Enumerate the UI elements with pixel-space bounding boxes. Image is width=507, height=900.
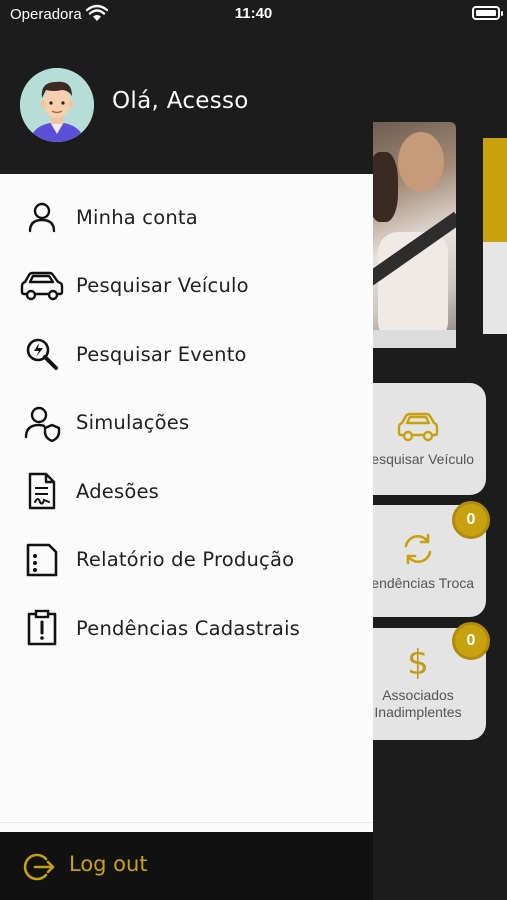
status-bar: Operadora 11:40 <box>0 0 507 30</box>
menu-item-minha-conta[interactable]: Minha conta <box>0 183 373 252</box>
menu-item-label: Minha conta <box>76 205 198 229</box>
menu-item-relatorio-producao[interactable]: Relatório de Produção <box>0 526 373 595</box>
avatar-illustration <box>20 68 94 142</box>
menu-item-pesquisar-evento[interactable]: Pesquisar Evento <box>0 320 373 389</box>
menu-item-simulacoes[interactable]: Simulações <box>0 389 373 458</box>
search-event-icon <box>18 334 66 374</box>
report-icon <box>18 540 66 580</box>
card-label: Associados Inadimplentes <box>374 687 462 720</box>
divider <box>0 822 373 823</box>
clock: 11:40 <box>234 5 273 22</box>
logout-icon <box>23 853 55 881</box>
avatar[interactable] <box>20 68 94 142</box>
drawer-menu: Minha conta Pesquisar Veículo Pesquisar … <box>0 183 373 663</box>
refresh-icon <box>404 533 432 564</box>
menu-item-label: Simulações <box>76 411 190 435</box>
user-icon <box>18 197 66 237</box>
logout-label: Log out <box>69 852 148 876</box>
navigation-drawer: Olá, Acesso Minha conta Pesquisar Veícul… <box>0 0 373 900</box>
user-shield-icon <box>18 403 66 443</box>
menu-item-label: Adesões <box>76 479 160 503</box>
battery-icon <box>472 6 503 20</box>
count-badge: 0 <box>452 622 490 660</box>
menu-item-adesoes[interactable]: Adesões <box>0 457 373 526</box>
car-icon <box>18 266 66 306</box>
menu-item-label: Pendências Cadastrais <box>76 616 301 640</box>
signed-document-icon <box>18 471 66 511</box>
menu-item-label: Relatório de Produção <box>76 548 295 572</box>
clipboard-alert-icon <box>18 608 66 648</box>
car-icon <box>397 412 439 441</box>
banner-next-card <box>483 138 507 242</box>
card-label: Pendências Troca <box>361 574 475 591</box>
menu-item-label: Pesquisar Veículo <box>76 274 249 298</box>
greeting-text: Olá, Acesso <box>112 88 249 114</box>
dollar-icon: $ <box>407 643 429 683</box>
logout-button[interactable]: Log out <box>0 832 373 900</box>
menu-item-pendencias-cadastrais[interactable]: Pendências Cadastrais <box>0 594 373 663</box>
menu-item-pesquisar-veiculo[interactable]: Pesquisar Veículo <box>0 252 373 321</box>
count-badge: 0 <box>452 501 490 539</box>
card-label: Pesquisar Veículo <box>361 450 475 467</box>
menu-item-label: Pesquisar Evento <box>76 342 247 366</box>
